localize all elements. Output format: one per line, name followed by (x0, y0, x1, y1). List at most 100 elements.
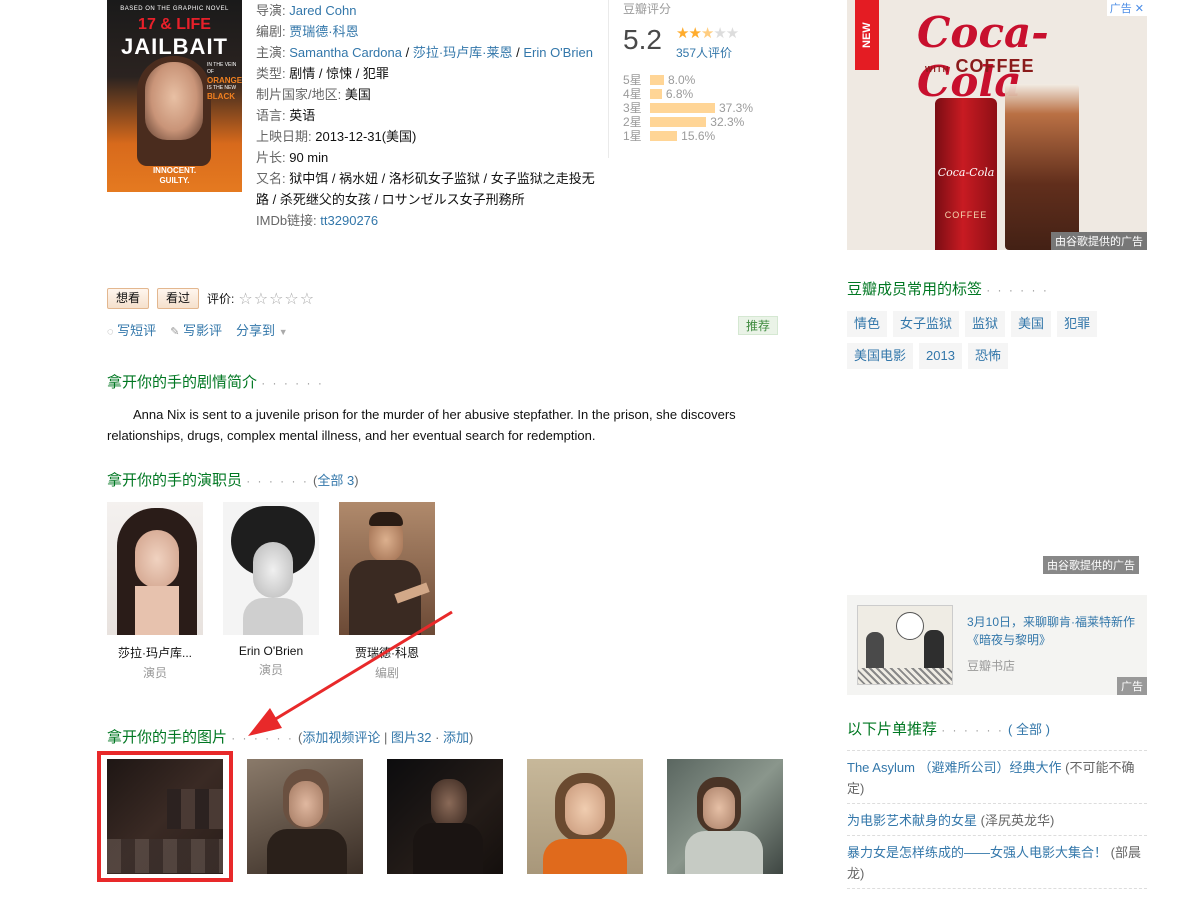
imdb-link[interactable]: tt3290276 (320, 213, 378, 228)
country-value: 美国 (344, 87, 371, 102)
rating-bar-row: 4星 6.8% (623, 87, 753, 101)
movie-still[interactable] (387, 759, 503, 874)
aka-value: 狱中饵 / 祸水妞 / 洛杉矶女子监狱 / 女子监狱之走投无路 / 杀死继父的女… (256, 171, 595, 207)
rating-score: 5.2 (623, 24, 662, 55)
rating-bar-row: 3星 37.3% (623, 101, 753, 115)
ad-new-badge: NEW (855, 0, 879, 70)
rating-bar-pct: 37.3% (719, 101, 754, 115)
tag-item[interactable]: 监狱 (965, 311, 1006, 337)
tag-item[interactable]: 情色 (847, 311, 888, 337)
rate-stars-input[interactable]: ☆☆☆☆☆ (238, 289, 315, 309)
rating-breakdown: 5星 8.0% 4星 6.8% 3星 37.3% 2星 32.3% 1星 15.6% (623, 73, 753, 143)
pencil-icon: ✎ (170, 326, 180, 338)
tag-item[interactable]: 犯罪 (1057, 311, 1098, 337)
writer-label: 编剧: (256, 24, 290, 39)
ad-with-coffee: WITH COFFEE (925, 56, 1035, 76)
recommend-button[interactable]: 推荐 (738, 316, 779, 335)
highlight-box (97, 751, 233, 882)
poster-side-text: IN THE VEIN OF ORANGE IS THE NEW BLACK (207, 62, 242, 101)
cast-all-link[interactable]: 全部 3 (317, 473, 354, 488)
summary-heading: 拿开你的手的剧情简介 · · · · · · (107, 374, 324, 391)
short-review-link[interactable]: ◌ 写短评 (107, 320, 156, 339)
cast-link-3[interactable]: Erin O'Brien (523, 45, 593, 60)
poster-tagline: BASED ON THE GRAPHIC NOVEL (120, 6, 229, 12)
aka-label: 又名: (256, 171, 290, 186)
movie-still[interactable] (527, 759, 643, 874)
tag-item[interactable]: 2013 (919, 343, 962, 369)
poster-title-line1: 17 & LIFE (138, 16, 211, 33)
want-to-watch-button[interactable]: 想看 (107, 288, 150, 309)
tag-item[interactable]: 恐怖 (967, 343, 1008, 369)
writer-link[interactable]: 贾瑞德·科恩 (289, 24, 358, 39)
rating-bar-label: 3星 (623, 101, 642, 115)
movie-info: 导演: Jared Cohn 编剧: 贾瑞德·科恩 主演: Samantha C… (256, 3, 595, 228)
movie-poster[interactable]: BASED ON THE GRAPHIC NOVEL 17 & LIFE JAI… (107, 0, 242, 192)
country-label: 制片国家/地区: (256, 87, 345, 102)
cast-name[interactable]: 莎拉·玛卢库... (107, 644, 203, 661)
rating-bar-pct: 6.8% (665, 87, 694, 101)
tag-item[interactable]: 美国电影 (847, 343, 914, 369)
summary-text: Anna Nix is sent to a juvenile prison fo… (107, 407, 736, 443)
rating-bar-row: 2星 32.3% (623, 115, 753, 129)
book-ad-badge: 广告 (1117, 677, 1147, 695)
rate-label: 评价: (207, 292, 235, 306)
lists-all-link[interactable]: ( 全部 ) (1008, 722, 1050, 737)
poster-art-face (145, 62, 203, 140)
cast-photo[interactable] (107, 502, 203, 635)
speech-bubble-icon: ◌ (107, 326, 114, 338)
rating-bar-label: 2星 (623, 115, 642, 129)
cast-link-2[interactable]: 莎拉·玛卢库·莱恩 (413, 45, 513, 60)
rating-stars: ★★★★★ (676, 25, 739, 42)
rating-bar-row: 1星 15.6% (623, 129, 753, 143)
cast-link-1[interactable]: Samantha Cardona (289, 45, 402, 60)
rating-bar-label: 1星 (623, 129, 642, 143)
watched-button[interactable]: 看过 (157, 288, 200, 309)
tag-list: 情色 女子监狱 监狱 美国 犯罪 美国电影 2013 恐怖 (847, 311, 1147, 375)
runtime-value: 90 min (289, 150, 329, 165)
ad-can-image: Coca-Cola COFFEE (935, 98, 997, 250)
list-link[interactable]: 暴力女是怎样练成的——女强人电影大集合！ (847, 845, 1107, 860)
rating-bar (650, 103, 715, 113)
rating-bar-pct: 8.0% (667, 73, 696, 87)
share-link[interactable]: 分享到 ▼ (236, 320, 288, 339)
cast-card[interactable]: 莎拉·玛卢库... 演员 (107, 502, 203, 681)
book-ad-source: 豆瓣书店 (967, 659, 1016, 673)
cast-heading: 拿开你的手的演职员 · · · · · · (全部 3) (107, 472, 359, 489)
book-ad-image[interactable] (857, 605, 953, 685)
chevron-down-icon: ▼ (278, 327, 288, 337)
imdb-label: IMDb链接: (256, 213, 321, 228)
rating-bar (650, 117, 707, 127)
coca-cola-ad[interactable]: NEW Coca-Cola WITH COFFEE Coca-Cola COFF… (847, 0, 1147, 250)
lists-heading: 以下片单推荐 · · · · · · ( 全部 ) (847, 721, 1050, 738)
book-ad[interactable]: 3月10日，来聊聊肯·福莱特新作《暗夜与黎明》 豆瓣书店 广告 (847, 595, 1147, 695)
rating-bar-label: 5星 (623, 73, 642, 87)
movie-still[interactable] (247, 759, 363, 874)
rating-bar (650, 75, 664, 85)
movie-still[interactable] (667, 759, 783, 874)
runtime-label: 片长: (256, 150, 290, 165)
rating-bar (650, 131, 678, 141)
ad-attribution: 由谷歌提供的广告 (1051, 232, 1147, 250)
tag-item[interactable]: 女子监狱 (893, 311, 960, 337)
rating-label: 豆瓣评分 (623, 2, 672, 16)
language-label: 语言: (256, 108, 290, 123)
tag-item[interactable]: 美国 (1011, 311, 1052, 337)
rating-panel: 豆瓣评分 5.2 ★★★★★ 357人评价 5星 8.0% 4星 6.8% 3星 37.3… (608, 0, 788, 158)
rating-bar-pct: 15.6% (681, 129, 716, 143)
rating-bar-label: 4星 (623, 87, 642, 101)
genre-label: 类型: (256, 66, 290, 81)
list-link[interactable]: 为电影艺术献身的女星 (847, 813, 977, 828)
rating-bar (650, 89, 662, 99)
rating-bar-row: 5星 8.0% (623, 73, 753, 87)
book-ad-title[interactable]: 3月10日，来聊聊肯·福莱特新作《暗夜与黎明》 (967, 613, 1139, 649)
list-link[interactable]: The Asylum （避难所公司）经典大作 (847, 760, 1062, 775)
list-item: 暴力女是怎样练成的——女强人电影大集合！ (部晨龙) (847, 835, 1147, 889)
annotation-arrow (248, 610, 453, 736)
rating-votes-link[interactable]: 357人评价 (676, 44, 732, 61)
director-link[interactable]: Jared Cohn (289, 3, 356, 18)
action-bar: 想看 看过 评价: ☆☆☆☆☆ (107, 288, 315, 309)
review-link[interactable]: ✎ 写影评 (170, 320, 222, 339)
director-label: 导演: (256, 3, 290, 18)
ad-close-button[interactable]: 广告 ✕ (1106, 0, 1147, 16)
list-item: The Asylum （避难所公司）经典大作 (不可能不确定) (847, 750, 1147, 803)
